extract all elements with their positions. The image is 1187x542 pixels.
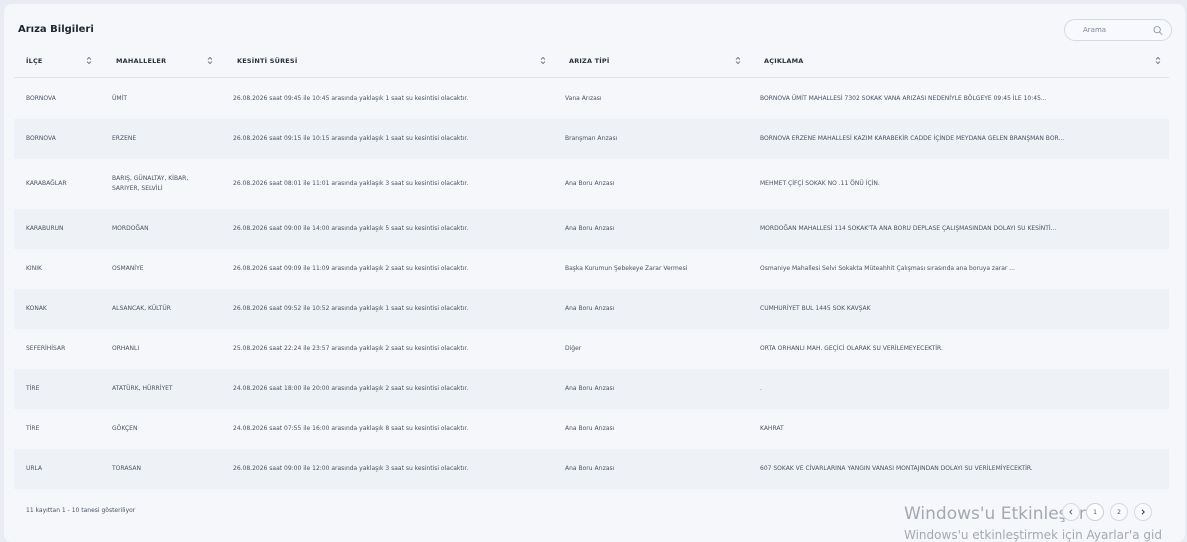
table-header: İLÇE MAHALLELER KESİNTİ SÜRESİ ARIZA TİP… (14, 44, 1169, 78)
sort-icon[interactable] (86, 56, 92, 65)
cell-kesinti-suresi: 26.08.2026 saat 09:15 ile 10:15 arasında… (233, 135, 469, 142)
cell-mahalleler: ORHANLI (112, 345, 140, 352)
previous-page-button[interactable] (1062, 503, 1080, 521)
cell-ilce: KARABURUN (26, 225, 64, 232)
search-icon[interactable] (1153, 25, 1163, 36)
cell-aciklama: Osmaniye Mahallesi Selvi Sokakta Müteahh… (760, 265, 1015, 272)
cell-kesinti-suresi: 26.08.2026 saat 09:00 ile 12:00 arasında… (233, 465, 469, 472)
cell-ariza-tipi: Branşman Arızası (565, 135, 618, 142)
table-row[interactable]: BORNOVA ÜMİT 26.08.2026 saat 09:45 ile 1… (14, 79, 1169, 119)
cell-ilce: TİRE (26, 425, 40, 432)
cell-kesinti-suresi: 24.08.2026 saat 18:00 ile 20:00 arasında… (233, 385, 469, 392)
cell-ariza-tipi: Ana Boru Arızası (565, 425, 615, 432)
cell-ariza-tipi: Vana Arızası (565, 95, 602, 102)
next-page-button[interactable] (1134, 503, 1152, 521)
table-row[interactable]: KARABURUN MORDOĞAN 26.08.2026 saat 09:00… (14, 209, 1169, 249)
table-row[interactable]: KONAK ALSANCAK, KÜLTÜR 26.08.2026 saat 0… (14, 289, 1169, 329)
page-title: Arıza Bilgileri (18, 24, 94, 35)
table-row[interactable]: TİRE GÖKÇEN 24.08.2026 saat 07:55 ile 16… (14, 409, 1169, 449)
cell-ilce: SEFERİHİSAR (26, 345, 66, 352)
cell-aciklama: MORDOĞAN MAHALLESİ 114 SOKAK'TA ANA BORU… (760, 225, 1057, 232)
sort-icon[interactable] (540, 56, 546, 65)
cell-ariza-tipi: Ana Boru Arızası (565, 465, 615, 472)
cell-mahalleler: GÖKÇEN (112, 425, 138, 432)
column-header-aciklama[interactable]: AÇIKLAMA (764, 44, 804, 78)
cell-ariza-tipi: Diğer (565, 345, 582, 352)
cell-ilce: KONAK (26, 305, 47, 312)
cell-aciklama: CUMHURİYET BUL 1445 SOK KAVŞAK (760, 305, 871, 312)
cell-kesinti-suresi: 24.08.2026 saat 07:55 ile 16:00 arasında… (233, 425, 469, 432)
cell-kesinti-suresi: 25.08.2026 saat 22:24 ile 23:57 arasında… (233, 345, 469, 352)
table-row[interactable]: KARABAĞLAR BARIŞ, GÜNALTAY, KİBAR, SARIY… (14, 159, 1169, 209)
cell-mahalleler: OSMANİYE (112, 265, 144, 272)
cell-ilce: TİRE (26, 385, 40, 392)
cell-mahalleler: ÜMİT (112, 95, 128, 102)
table-body: BORNOVA ÜMİT 26.08.2026 saat 09:45 ile 1… (14, 79, 1169, 489)
cell-aciklama: BORNOVA ERZENE MAHALLESİ KAZIM KARABEKİR… (760, 135, 1065, 142)
cell-ariza-tipi: Başka Kurumun Şebekeye Zarar Vermesi (565, 265, 688, 272)
sort-icon[interactable] (207, 56, 213, 65)
sort-icon[interactable] (735, 56, 741, 65)
page-button-1[interactable]: 1 (1086, 503, 1104, 521)
column-header-ilce[interactable]: İLÇE (26, 44, 43, 78)
cell-aciklama: ORTA ORHANLI MAH. GEÇİCİ OLARAK SU VERİL… (760, 345, 943, 352)
cell-ilce: KARABAĞLAR (26, 180, 67, 187)
search-input[interactable] (1083, 26, 1153, 34)
cell-ariza-tipi: Ana Boru Arızası (565, 305, 615, 312)
cell-mahalleler: BARIŞ, GÜNALTAY, KİBAR, SARIYER, SELVİLİ (112, 175, 189, 192)
windows-activation-watermark: Windows'u Etkinleştir (904, 504, 1086, 524)
cell-ilce: KINIK (26, 265, 42, 272)
cell-ilce: URLA (26, 465, 43, 472)
cell-kesinti-suresi: 26.08.2026 saat 09:00 ile 14:00 arasında… (233, 225, 469, 232)
sort-icon[interactable] (1155, 56, 1161, 65)
cell-ilce: BORNOVA (26, 95, 56, 102)
windows-activation-subtext: Windows'u etkinleştirmek için Ayarlar'a … (904, 528, 1162, 542)
cell-aciklama: MEHMET ÇİFÇİ SOKAK NO .11 ÖNÜ İÇİN. (760, 180, 880, 187)
cell-kesinti-suresi: 26.08.2026 saat 09:52 ile 10:52 arasında… (233, 305, 469, 312)
table-row[interactable]: URLA TORASAN 26.08.2026 saat 09:00 ile 1… (14, 449, 1169, 489)
table-row[interactable]: TİRE ATATÜRK, HÜRRİYET 24.08.2026 saat 1… (14, 369, 1169, 409)
column-header-mahalleler[interactable]: MAHALLELER (116, 44, 166, 78)
cell-aciklama: 607 SOKAK VE CİVARLARINA YANGIN VANASI M… (760, 465, 1033, 472)
cell-ariza-tipi: Ana Boru Arızası (565, 225, 615, 232)
table-row[interactable]: BORNOVA ERZENE 26.08.2026 saat 09:15 ile… (14, 119, 1169, 159)
chevron-right-icon (1141, 509, 1145, 515)
column-header-kesinti-suresi[interactable]: KESİNTİ SÜRESİ (237, 44, 297, 78)
pagination-info: 11 kayıttan 1 - 10 tanesi gösteriliyor (26, 507, 136, 514)
pagination: 1 2 (1062, 503, 1152, 521)
cell-mahalleler: MORDOĞAN (112, 225, 149, 232)
search-box[interactable] (1064, 19, 1172, 41)
page-button-2[interactable]: 2 (1110, 503, 1128, 521)
table-row[interactable]: SEFERİHİSAR ORHANLI 25.08.2026 saat 22:2… (14, 329, 1169, 369)
cell-kesinti-suresi: 26.08.2026 saat 08:01 ile 11:01 arasında… (233, 180, 469, 187)
cell-mahalleler: ATATÜRK, HÜRRİYET (112, 385, 173, 392)
cell-mahalleler: ERZENE (112, 135, 137, 142)
cell-ariza-tipi: Ana Boru Arızası (565, 385, 615, 392)
column-header-ariza-tipi[interactable]: ARIZA TİPİ (569, 44, 610, 78)
cell-aciklama: BORNOVA ÜMİT MAHALLESİ 7302 SOKAK VANA A… (760, 95, 1047, 102)
cell-ilce: BORNOVA (26, 135, 56, 142)
cell-aciklama: . (760, 385, 762, 392)
cell-kesinti-suresi: 26.08.2026 saat 09:45 ile 10:45 arasında… (233, 95, 469, 102)
cell-mahalleler: TORASAN (112, 465, 141, 472)
cell-aciklama: KAHRAT (760, 425, 784, 432)
chevron-left-icon (1069, 509, 1073, 515)
table-row[interactable]: KINIK OSMANİYE 26.08.2026 saat 09:09 ile… (14, 249, 1169, 289)
cell-kesinti-suresi: 26.08.2026 saat 09:09 ile 11:09 arasında… (233, 265, 469, 272)
cell-ariza-tipi: Ana Boru Arızası (565, 180, 615, 187)
cell-mahalleler: ALSANCAK, KÜLTÜR (112, 305, 171, 312)
